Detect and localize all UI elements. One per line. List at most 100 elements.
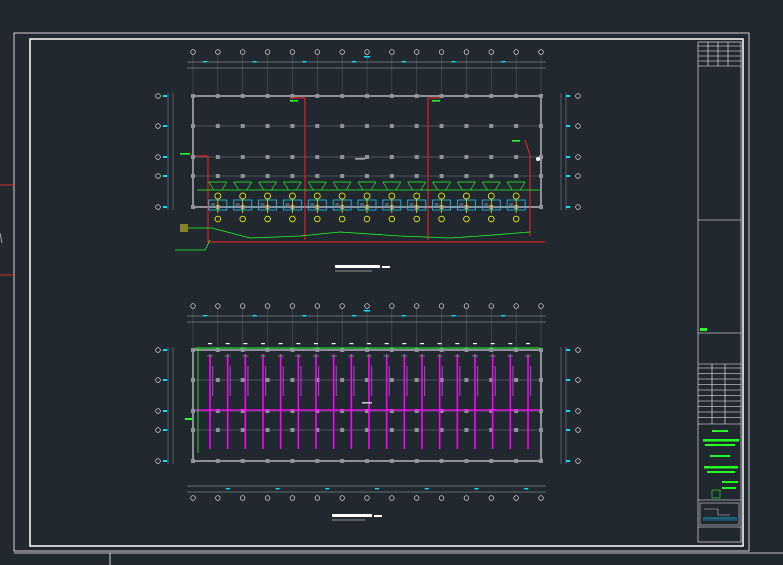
riser-text xyxy=(530,366,532,396)
lower-floor-plan[interactable] xyxy=(155,303,581,501)
column xyxy=(265,348,270,352)
column xyxy=(240,155,245,159)
column xyxy=(414,428,419,432)
column xyxy=(389,459,394,463)
axis-bubble xyxy=(264,49,271,55)
fixture-valve xyxy=(512,192,520,200)
column xyxy=(365,94,369,98)
axis-bubble xyxy=(364,495,370,501)
dimension-text xyxy=(302,61,307,63)
column xyxy=(539,174,543,178)
dimension-text xyxy=(566,175,570,177)
column xyxy=(389,428,394,432)
axis-bubble xyxy=(155,173,161,179)
column xyxy=(290,378,295,382)
fixture-hood xyxy=(506,181,526,191)
axis-bubble xyxy=(575,173,581,179)
axis-bubble xyxy=(155,204,161,210)
fixture-drain xyxy=(438,215,445,223)
dimension-text xyxy=(451,61,456,63)
riser-text xyxy=(265,366,267,396)
upper-plan-caption xyxy=(335,265,390,272)
column xyxy=(439,124,444,128)
dimension-text xyxy=(566,125,570,127)
column xyxy=(514,378,519,382)
upper-floor-plan[interactable] xyxy=(155,49,581,251)
fixture-valve xyxy=(313,192,321,200)
column xyxy=(315,94,320,98)
dimension-text xyxy=(451,315,456,317)
column xyxy=(215,348,220,352)
column xyxy=(265,155,270,159)
axis-bubble xyxy=(575,204,581,210)
riser-label xyxy=(402,343,407,345)
axis-bubble xyxy=(215,303,221,309)
riser-label xyxy=(261,343,265,345)
column xyxy=(414,94,419,98)
axis-bubble xyxy=(264,495,271,501)
column xyxy=(290,428,295,432)
axis-bubble xyxy=(438,303,445,309)
riser-label xyxy=(455,343,460,345)
dimension-text xyxy=(163,349,167,351)
riser-label xyxy=(508,343,513,345)
green-pipe xyxy=(185,227,531,239)
column xyxy=(315,459,320,463)
axis-bubble xyxy=(513,49,519,55)
fixture-drain xyxy=(388,215,396,223)
column xyxy=(191,348,195,352)
cad-drawing-canvas[interactable] xyxy=(0,0,783,565)
column xyxy=(539,205,543,209)
fixture-tag xyxy=(210,203,215,206)
dimension-text xyxy=(566,379,570,381)
axis-bubble xyxy=(414,495,420,501)
fixture-hood xyxy=(233,181,253,191)
column xyxy=(240,378,245,382)
dimension-text xyxy=(163,460,167,462)
fixture-hood xyxy=(307,181,327,191)
axis-bubble xyxy=(155,408,161,414)
fixture-tag xyxy=(509,203,514,206)
riser-text xyxy=(388,366,390,396)
fixture-valve xyxy=(413,192,421,200)
fixture-valve xyxy=(214,192,222,200)
column xyxy=(439,459,444,463)
column xyxy=(464,378,469,382)
column xyxy=(340,94,345,98)
axis-bubble xyxy=(339,303,345,309)
column xyxy=(215,378,220,382)
axis-bubble xyxy=(575,347,581,353)
fixture-tag xyxy=(360,203,364,206)
title-block-green-tag xyxy=(700,328,707,331)
axis-bubble xyxy=(289,303,296,309)
column xyxy=(539,428,543,432)
riser-label xyxy=(526,343,530,345)
fixture-tag xyxy=(434,203,439,206)
axis-bubble xyxy=(389,495,395,501)
column xyxy=(265,459,270,463)
column xyxy=(489,124,494,128)
axis-bubble xyxy=(155,154,161,160)
column xyxy=(489,155,494,159)
dimension-text xyxy=(566,95,570,97)
column xyxy=(439,174,444,178)
fixture-drain xyxy=(314,215,321,223)
axis-bubble xyxy=(488,495,494,501)
column xyxy=(240,94,245,98)
axis-bubble xyxy=(155,377,161,383)
column xyxy=(191,94,195,98)
axis-bubble xyxy=(463,303,470,309)
axis-bubble xyxy=(190,49,196,55)
column xyxy=(414,174,419,178)
dimension-text xyxy=(524,488,529,490)
column xyxy=(265,428,270,432)
riser-label xyxy=(296,343,301,345)
column xyxy=(265,174,270,178)
riser-text xyxy=(229,366,231,396)
dimension-text xyxy=(401,61,406,63)
column xyxy=(389,155,394,159)
column xyxy=(340,428,345,432)
column xyxy=(265,124,270,128)
column xyxy=(191,124,195,128)
fixture-drain xyxy=(289,215,296,223)
